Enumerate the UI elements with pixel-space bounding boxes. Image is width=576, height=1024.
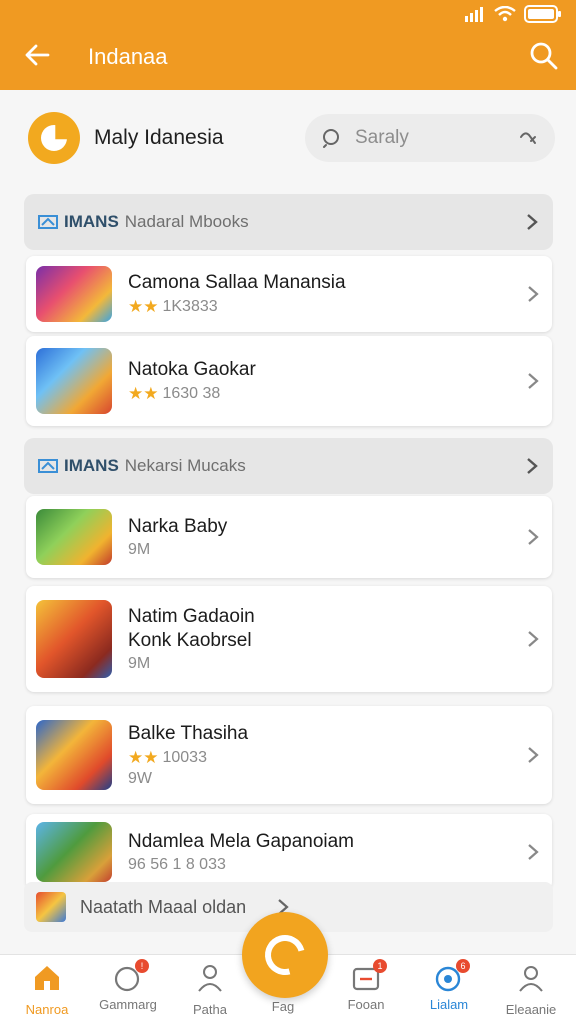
nav-inbox[interactable]: 1 Fooan — [326, 959, 406, 1012]
nav-label: Gammarg — [99, 997, 157, 1012]
search-icon — [323, 129, 339, 148]
nav-games[interactable]: ! Gammarg — [88, 959, 168, 1012]
item-meta-2: 9W — [128, 770, 552, 788]
voice-icon[interactable] — [517, 127, 539, 149]
list-item[interactable]: Natim Gadaoin Konk Kaobrsel 9M — [26, 586, 552, 692]
profile-name: Maly Idanesia — [94, 126, 224, 149]
item-count: 1K3833 — [162, 298, 218, 315]
live-icon: 6 — [434, 959, 470, 993]
section-title: Nadaral Mbooks — [124, 212, 249, 231]
chevron-right-icon — [528, 286, 539, 302]
section-icon — [38, 215, 58, 229]
profile-block[interactable]: Maly Idanesia — [28, 112, 224, 164]
section-tag: IMANS — [64, 212, 119, 231]
chevron-right-icon — [528, 844, 539, 860]
item-meta: 9M — [128, 655, 552, 673]
nav-label: Nanroa — [25, 1002, 69, 1017]
chevron-right-icon — [528, 631, 539, 647]
item-meta: ★★ 10033 — [128, 748, 552, 768]
people-icon — [198, 965, 222, 992]
nav-path[interactable]: Patha — [170, 963, 250, 1017]
item-title: Natoka Gaokar — [128, 359, 256, 380]
profile-icon — [519, 966, 543, 992]
inbox-icon: 1 — [351, 959, 387, 993]
chevron-right-icon — [528, 747, 539, 763]
section-icon — [38, 459, 58, 473]
section-tag: IMANS — [64, 456, 119, 475]
app-bar: Indanaa — [0, 0, 576, 90]
list-item[interactable]: Narka Baby 9M — [26, 496, 552, 578]
item-size: 9M — [128, 655, 151, 672]
promo-label: Naatath Maaal oldan — [80, 896, 247, 917]
nav-profile[interactable]: Eleaanie — [491, 963, 571, 1017]
center-action-button[interactable] — [242, 912, 328, 998]
item-title: Camona Sallaa Manansia — [128, 272, 346, 293]
item-meta: ★★ 1K3833 — [128, 297, 552, 317]
item-count: 10033 — [162, 749, 207, 766]
nav-label: Fag — [271, 999, 295, 1014]
item-subtitle: Konk Kaobrsel — [128, 630, 252, 651]
chevron-right-icon — [527, 214, 538, 230]
list-item[interactable]: Ndamlea Mela Gapanoiam 96 56 1 8 033 — [26, 814, 552, 890]
battery-icon — [524, 5, 561, 23]
chevron-right-icon — [528, 529, 539, 545]
item-size: 9W — [128, 770, 152, 787]
game-thumbnail — [36, 348, 112, 414]
section-header-2[interactable]: IMANS Nekarsi Mucaks — [24, 438, 553, 494]
nav-label: Eleaanie — [505, 1002, 557, 1017]
item-size: 9M — [128, 541, 151, 558]
item-count: 96 56 1 8 033 — [128, 856, 226, 873]
chevron-right-icon — [528, 373, 539, 389]
star-icon: ★★ — [128, 748, 159, 767]
play-icon — [257, 927, 313, 983]
search-icon[interactable] — [528, 40, 560, 72]
notification-badge: ! — [135, 959, 149, 973]
home-icon — [35, 966, 59, 990]
nav-label: Lialam — [429, 997, 469, 1012]
game-thumbnail — [36, 509, 112, 565]
avatar[interactable] — [28, 112, 80, 164]
list-item[interactable]: Natoka Gaokar ★★ 1630 38 — [26, 336, 552, 426]
status-bar — [464, 4, 562, 24]
item-meta: 96 56 1 8 033 — [128, 856, 552, 874]
section-title: Nekarsi Mucaks — [124, 456, 246, 475]
item-title: Narka Baby — [128, 516, 228, 537]
item-count: 1630 38 — [162, 385, 221, 402]
page-title: Indanaa — [88, 44, 168, 69]
wifi-icon — [494, 6, 516, 22]
list-item[interactable]: Balke Thasiha ★★ 10033 9W — [26, 706, 552, 804]
section-header-1[interactable]: IMANS Nadaral Mbooks — [24, 194, 553, 250]
item-title: Balke Thasiha — [128, 723, 249, 744]
item-title: Ndamlea Mela Gapanoiam — [128, 831, 355, 852]
games-icon: ! — [113, 959, 149, 993]
game-thumbnail — [36, 600, 112, 678]
list-item[interactable]: Camona Sallaa Manansia ★★ 1K3833 — [26, 256, 552, 332]
back-arrow-icon[interactable] — [22, 40, 52, 70]
nav-home[interactable]: Nanroa — [7, 963, 87, 1017]
signal-icon — [465, 7, 483, 22]
item-meta: 9M — [128, 541, 552, 559]
nav-live[interactable]: 6 Lialam — [409, 959, 489, 1012]
chevron-right-icon — [527, 458, 538, 474]
search-input[interactable]: Saraly — [305, 114, 555, 162]
game-thumbnail — [36, 266, 112, 322]
game-thumbnail — [36, 822, 112, 882]
star-icon: ★★ — [128, 297, 159, 316]
nav-label: Patha — [193, 1002, 227, 1017]
item-meta: ★★ 1630 38 — [128, 384, 552, 404]
notification-badge: 6 — [456, 959, 470, 973]
search-placeholder: Saraly — [355, 127, 409, 148]
nav-label: Fooan — [347, 997, 385, 1012]
game-thumbnail — [36, 720, 112, 790]
star-icon: ★★ — [128, 384, 159, 403]
notification-badge: 1 — [373, 959, 387, 973]
promo-thumbnail — [36, 892, 66, 922]
item-title: Natim Gadaoin — [128, 606, 255, 627]
